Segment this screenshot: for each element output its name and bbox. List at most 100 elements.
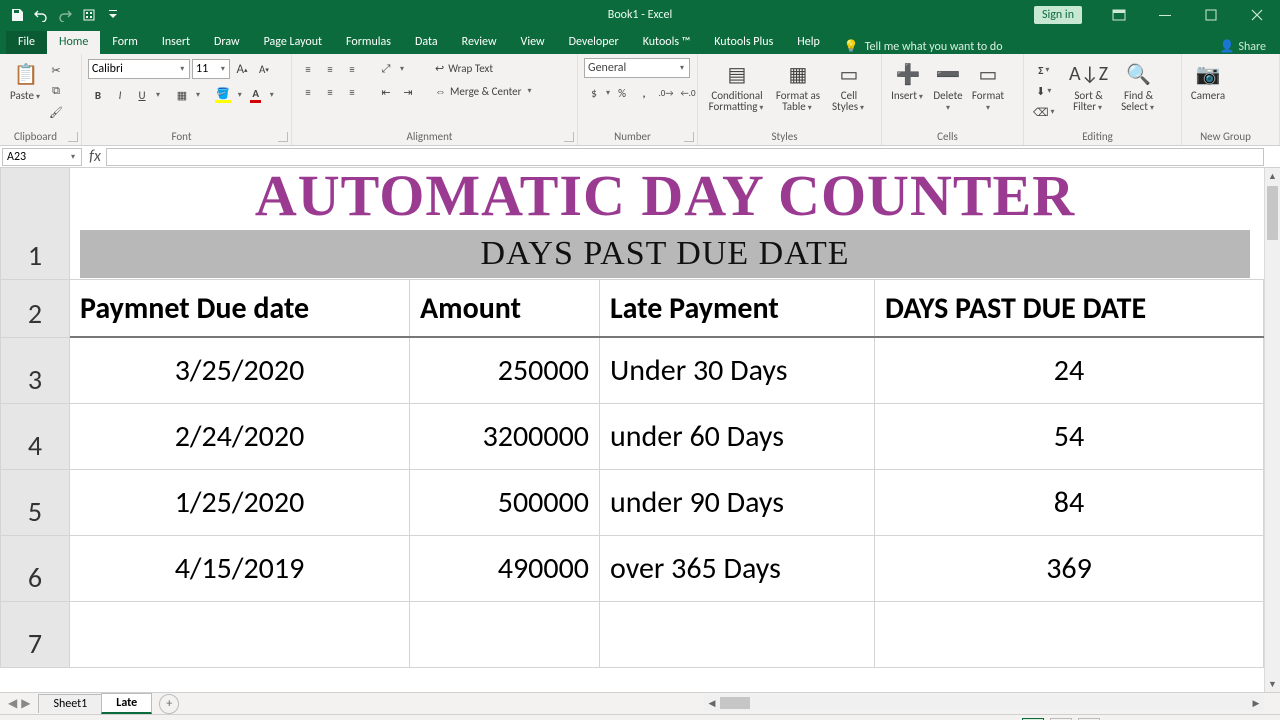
insert-cells-button[interactable]: ➕Insert▾ [888, 58, 928, 128]
clipboard-launcher-icon[interactable] [68, 132, 78, 142]
cell-amt-2[interactable]: 500000 [410, 470, 600, 535]
comma-button[interactable]: , [634, 83, 654, 103]
sheet-next-icon[interactable]: ▶ [21, 696, 30, 711]
horizontal-scrollbar[interactable]: ◀ ▶ [704, 695, 1264, 711]
align-middle-button[interactable]: ≡ [320, 59, 340, 79]
header-days-past[interactable]: DAYS PAST DUE DATE [875, 280, 1264, 336]
cell-late-3[interactable]: over 365 Days [600, 536, 875, 601]
tab-home[interactable]: Home [47, 31, 100, 54]
tab-developer[interactable]: Developer [557, 31, 631, 54]
sheet-nav[interactable]: ◀▶ [0, 696, 38, 711]
tab-view[interactable]: View [509, 31, 557, 54]
cell-empty[interactable] [410, 602, 600, 667]
autosum-button[interactable]: Σ▾ [1030, 60, 1060, 80]
paste-button[interactable]: 📋 Paste▾ [6, 58, 46, 128]
cell-due-0[interactable]: 3/25/2020 [70, 338, 410, 403]
name-box[interactable]: A23▾ [2, 148, 82, 166]
align-left-button[interactable]: ≡ [298, 82, 318, 102]
tab-form[interactable]: Form [100, 31, 149, 54]
decrease-indent-button[interactable]: ⇤ [376, 82, 396, 102]
delete-cells-button[interactable]: ➖Delete▾ [928, 58, 968, 128]
decrease-font-button[interactable]: A▾ [254, 59, 274, 79]
underline-button[interactable]: U [132, 85, 152, 105]
clear-button[interactable]: ⌫▾ [1030, 102, 1060, 122]
sheet-tab-sheet1[interactable]: Sheet1 [38, 694, 102, 713]
save-icon[interactable] [6, 4, 28, 26]
align-bottom-button[interactable]: ≡ [342, 59, 362, 79]
row-header-7[interactable]: 7 [0, 602, 70, 668]
font-size-combo[interactable]: ▾ [192, 59, 230, 79]
tab-kutools[interactable]: Kutools ™ [631, 31, 703, 54]
header-late-payment[interactable]: Late Payment [600, 280, 875, 336]
redo-icon[interactable] [54, 4, 76, 26]
tell-me-search[interactable]: 💡 Tell me what you want to do [844, 39, 1003, 54]
cell-empty[interactable] [600, 602, 875, 667]
camera-button[interactable]: 📷Camera [1188, 58, 1228, 103]
cell-days-3[interactable]: 369 [875, 536, 1264, 601]
row-header-1[interactable]: 1 [0, 168, 70, 280]
alignment-launcher-icon[interactable] [564, 132, 574, 142]
cell-late-1[interactable]: under 60 Days [600, 404, 875, 469]
cell-amt-3[interactable]: 490000 [410, 536, 600, 601]
undo-icon[interactable] [30, 4, 52, 26]
worksheet-grid[interactable]: AUTOMATIC DAY COUNTER DAYS PAST DUE DATE… [0, 168, 1280, 692]
header-amount[interactable]: Amount [410, 280, 600, 336]
maximize-icon[interactable] [1188, 0, 1234, 30]
qat-customize-icon[interactable] [102, 4, 124, 26]
ribbon-options-icon[interactable] [1096, 0, 1142, 30]
scroll-down-icon[interactable]: ▼ [1265, 676, 1280, 692]
align-top-button[interactable]: ≡ [298, 59, 318, 79]
cell-days-1[interactable]: 54 [875, 404, 1264, 469]
cell-late-0[interactable]: Under 30 Days [600, 338, 875, 403]
cell-late-2[interactable]: under 90 Days [600, 470, 875, 535]
font-name-combo[interactable]: ▾ [88, 59, 190, 79]
cell-days-2[interactable]: 84 [875, 470, 1264, 535]
font-size-input[interactable] [196, 62, 220, 76]
close-icon[interactable] [1234, 0, 1280, 30]
tab-formulas[interactable]: Formulas [334, 31, 403, 54]
wrap-text-button[interactable]: ↩Wrap Text [432, 58, 550, 78]
scroll-left-icon[interactable]: ◀ [704, 698, 720, 709]
italic-button[interactable]: I [110, 85, 130, 105]
cell-days-0[interactable]: 24 [875, 338, 1264, 403]
font-launcher-icon[interactable] [278, 132, 288, 142]
decrease-decimal-button[interactable]: ←.0 [678, 83, 698, 103]
touch-mode-icon[interactable] [78, 4, 100, 26]
tab-kutools-plus[interactable]: Kutools Plus [702, 31, 785, 54]
font-color-button[interactable]: A [246, 85, 266, 105]
tab-data[interactable]: Data [403, 31, 450, 54]
align-right-button[interactable]: ≡ [342, 82, 362, 102]
increase-decimal-button[interactable]: .0→ [656, 83, 676, 103]
sort-filter-button[interactable]: A↓ZSort & Filter▾ [1064, 58, 1114, 128]
format-as-table-button[interactable]: ▦Format as Table▾ [770, 58, 826, 128]
tab-page-layout[interactable]: Page Layout [252, 31, 334, 54]
increase-font-button[interactable]: A▴ [232, 59, 252, 79]
conditional-formatting-button[interactable]: ▤Conditional Formatting▾ [704, 58, 770, 128]
fill-button[interactable]: ⬇▾ [1030, 81, 1060, 101]
tab-draw[interactable]: Draw [202, 31, 252, 54]
percent-button[interactable]: % [612, 83, 632, 103]
copy-button[interactable]: ⧉ [46, 81, 66, 101]
tab-help[interactable]: Help [785, 31, 832, 54]
row-header-6[interactable]: 6 [0, 536, 70, 602]
cell-due-1[interactable]: 2/24/2020 [70, 404, 410, 469]
row-header-5[interactable]: 5 [0, 470, 70, 536]
cell-amt-0[interactable]: 250000 [410, 338, 600, 403]
row-header-3[interactable]: 3 [0, 338, 70, 404]
cell-due-2[interactable]: 1/25/2020 [70, 470, 410, 535]
orientation-button[interactable]: ⤢ [376, 59, 396, 79]
hscroll-thumb[interactable] [720, 697, 750, 709]
borders-button[interactable]: ▦ [172, 85, 192, 105]
number-format-combo[interactable]: General▾ [584, 58, 690, 78]
cut-button[interactable]: ✂ [46, 60, 66, 80]
tab-insert[interactable]: Insert [150, 31, 202, 54]
header-due-date[interactable]: Paymnet Due date [70, 280, 410, 336]
cell-empty[interactable] [875, 602, 1264, 667]
accounting-button[interactable]: $ [584, 83, 604, 103]
cell-due-3[interactable]: 4/15/2019 [70, 536, 410, 601]
scroll-right-icon[interactable]: ▶ [1248, 698, 1264, 709]
merge-center-button[interactable]: ⇔Merge & Center▾ [432, 81, 550, 101]
minimize-icon[interactable] [1142, 0, 1188, 30]
cell-styles-button[interactable]: ▭Cell Styles▾ [826, 58, 872, 128]
share-button[interactable]: 👤 Share [1219, 39, 1266, 54]
